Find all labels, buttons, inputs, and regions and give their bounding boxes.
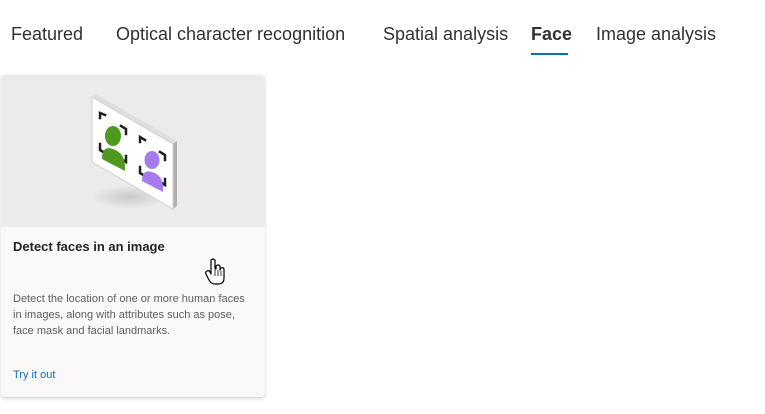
card-image (1, 75, 265, 227)
hand-pointer-cursor-icon (205, 258, 225, 285)
face-detection-illustration-icon (91, 94, 177, 210)
tab-optical-character-recognition[interactable]: Optical character recognition (116, 22, 345, 46)
try-it-out-link[interactable]: Try it out (13, 369, 55, 381)
tab-bar: Featured Optical character recognition S… (0, 0, 765, 60)
card-description: Detect the location of one or more human… (13, 293, 245, 337)
tab-spatial-analysis[interactable]: Spatial analysis (383, 22, 508, 46)
tab-image-analysis[interactable]: Image analysis (596, 22, 716, 46)
active-tab-indicator (531, 53, 568, 55)
detect-faces-card[interactable]: Detect faces in an image Detect the loca… (1, 75, 265, 397)
tab-featured[interactable]: Featured (11, 22, 83, 46)
tab-face[interactable]: Face (531, 22, 572, 46)
card-title: Detect faces in an image (13, 239, 165, 254)
